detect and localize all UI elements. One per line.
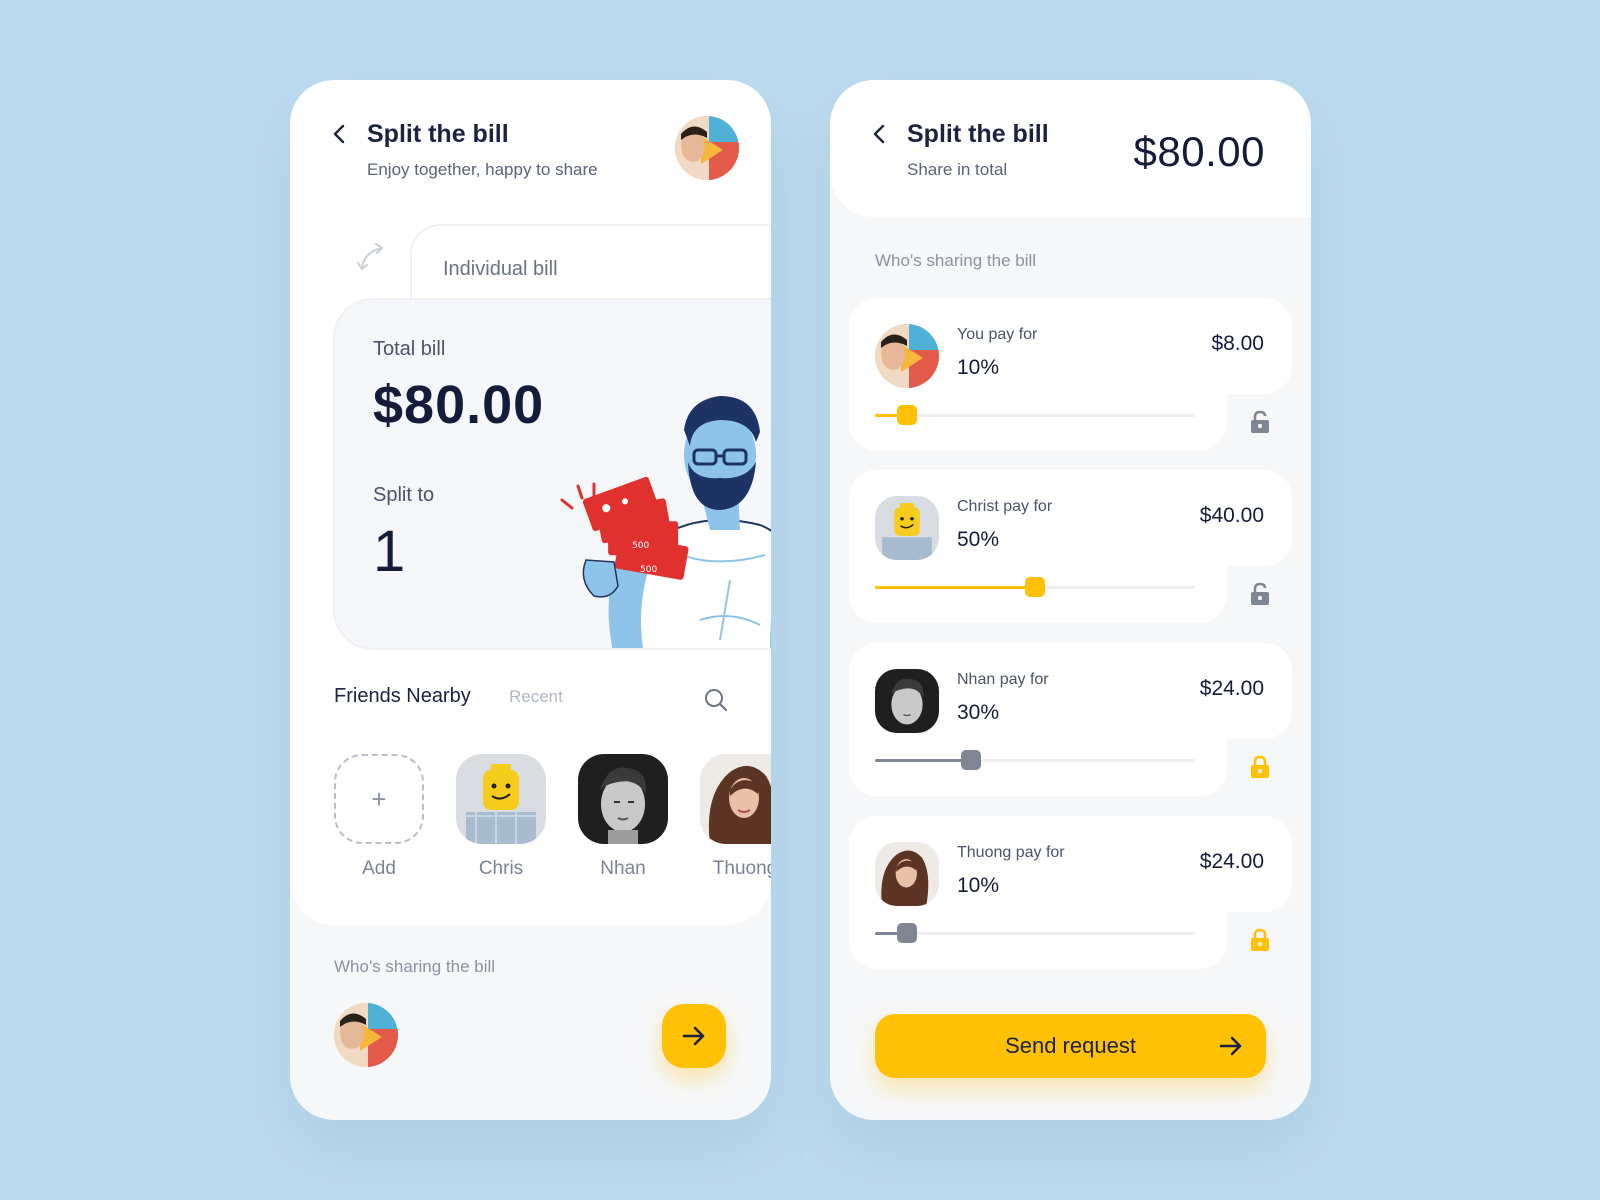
send-request-button[interactable]: Send request <box>875 1014 1266 1078</box>
slider-thumb[interactable] <box>897 923 917 943</box>
share-slider[interactable] <box>875 923 1195 943</box>
pay-percent: 30% <box>957 701 1000 724</box>
pay-label: Nhan pay for <box>957 671 1049 688</box>
total-bill-value: $80.00 <box>373 375 545 435</box>
total-amount: $80.00 <box>1133 128 1265 175</box>
split-bill-screen-right: Split the bill Share in total $80.00 Who… <box>830 80 1311 1120</box>
arrow-right-icon <box>1219 1036 1242 1056</box>
pay-amount: $24.00 <box>1199 677 1264 700</box>
pay-amount: $24.00 <box>1199 850 1264 873</box>
share-card: Nhan pay for 30% $24.00 <box>849 643 1292 796</box>
pay-percent: 10% <box>957 874 1000 897</box>
total-bill-label: Total bill <box>373 338 446 360</box>
send-request-label: Send request <box>1005 1033 1136 1058</box>
friend-avatar-thuong[interactable] <box>700 754 771 844</box>
search-icon[interactable] <box>702 686 730 714</box>
unlock-icon[interactable] <box>1249 410 1271 434</box>
tab-friends-nearby[interactable]: Friends Nearby <box>334 685 471 708</box>
sharing-section-label: Who's sharing the bill <box>875 251 1037 270</box>
page-title: Split the bill <box>367 120 509 148</box>
share-card: You pay for 10% $8.00 <box>849 298 1292 451</box>
slider-thumb[interactable] <box>961 750 981 770</box>
friend-name-chris: Chris <box>478 858 524 879</box>
friend-avatar-chris[interactable] <box>456 754 546 844</box>
friend-name-thuong: Thuong <box>712 858 771 879</box>
friend-avatar-nhan[interactable] <box>578 754 668 844</box>
tab-recent[interactable]: Recent <box>509 687 563 707</box>
sharing-section-label: Who's sharing the bill <box>334 957 496 976</box>
pay-amount: $40.00 <box>1199 504 1264 527</box>
add-friend-button[interactable]: + <box>334 754 424 844</box>
friend-name-nhan: Nhan <box>600 858 646 879</box>
slider-thumb[interactable] <box>1025 577 1045 597</box>
pay-amount: $8.00 <box>1211 332 1264 355</box>
back-chevron-icon[interactable] <box>868 122 892 146</box>
page-subtitle: Enjoy together, happy to share <box>367 160 598 179</box>
add-label: Add <box>362 858 396 879</box>
bill-summary-card: Total bill $80.00 Split to 1 500 500 <box>333 298 771 650</box>
man-with-cash-illustration: 500 500 <box>560 396 771 648</box>
page-subtitle: Share in total <box>907 160 1008 179</box>
slider-fill <box>875 759 971 762</box>
next-button[interactable] <box>662 1004 726 1068</box>
lock-icon[interactable] <box>1249 755 1271 779</box>
share-slider[interactable] <box>875 405 1195 425</box>
split-to-label: Split to <box>373 484 435 506</box>
avatar-nhan <box>875 669 939 733</box>
lock-icon[interactable] <box>1249 928 1271 952</box>
swap-icon[interactable] <box>352 238 392 278</box>
pay-percent: 10% <box>957 356 1000 379</box>
cash-note-label: 500 <box>640 565 657 575</box>
pay-label: Christ pay for <box>957 498 1053 515</box>
user-avatar[interactable] <box>675 116 739 180</box>
split-bill-screen-left: Split the bill Enjoy together, happy to … <box>290 80 771 1120</box>
share-card: Christ pay for 50% $40.00 <box>849 470 1292 623</box>
arrow-right-icon <box>682 1026 705 1046</box>
sharing-user-avatar[interactable] <box>334 1003 398 1067</box>
plus-icon: + <box>371 783 387 814</box>
back-chevron-icon[interactable] <box>328 122 352 146</box>
slider-thumb[interactable] <box>897 405 917 425</box>
tab-individual-bill[interactable]: Individual bill <box>443 258 558 281</box>
avatar-you <box>875 324 939 388</box>
pay-label: You pay for <box>957 326 1038 343</box>
pay-label: Thuong pay for <box>957 844 1065 861</box>
share-slider[interactable] <box>875 750 1195 770</box>
page-title: Split the bill <box>907 120 1049 148</box>
unlock-icon[interactable] <box>1249 582 1271 606</box>
split-to-value: 1 <box>373 519 406 584</box>
cash-note-label: 500 <box>632 541 649 551</box>
avatar-christ <box>875 496 939 560</box>
share-card: Thuong pay for 10% $24.00 <box>849 816 1292 969</box>
share-slider[interactable] <box>875 577 1195 597</box>
pay-percent: 50% <box>957 528 1000 551</box>
avatar-thuong <box>875 842 939 906</box>
slider-fill <box>875 586 1035 589</box>
